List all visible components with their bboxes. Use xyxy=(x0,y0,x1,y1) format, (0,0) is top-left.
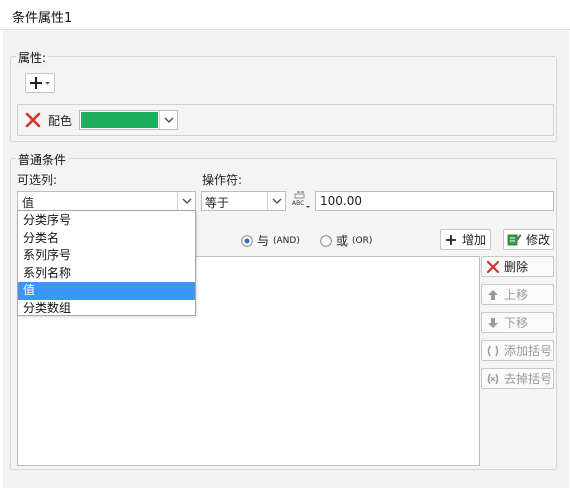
chevron-down-icon xyxy=(182,198,191,204)
modify-icon xyxy=(507,234,522,246)
dropdown-option[interactable]: 系列名称 xyxy=(18,265,195,283)
arrow-up-icon xyxy=(488,289,498,300)
dropdown-option[interactable]: 分类名 xyxy=(18,230,195,248)
plus-icon xyxy=(30,77,50,89)
radio-unchecked-icon xyxy=(320,234,332,247)
add-property-button[interactable] xyxy=(25,73,55,93)
dropdown-option[interactable]: 分类序号 xyxy=(18,212,195,230)
remove-bracket-label: 去掉括号 xyxy=(504,372,553,386)
conditions-group-label: 普通条件 xyxy=(16,151,69,168)
window-title: 条件属性1 xyxy=(12,11,73,26)
column-label: 可选列: xyxy=(17,173,58,187)
plus-icon xyxy=(446,234,456,245)
or-radio-label: 或 xyxy=(336,234,349,248)
chevron-down-icon xyxy=(164,117,173,123)
color-swatch xyxy=(81,112,158,128)
move-down-button[interactable]: 下移 xyxy=(481,312,554,333)
delete-button[interactable]: 删除 xyxy=(481,256,554,277)
add-bracket-button[interactable]: 添加括号 xyxy=(481,340,554,361)
value-type-button[interactable]: ABC xyxy=(291,189,313,211)
operator-select[interactable]: 等于 xyxy=(201,191,286,211)
column-dropdown-arrow[interactable] xyxy=(177,192,195,210)
arrow-down-icon xyxy=(488,317,498,328)
or-radio[interactable]: 或 (OR) xyxy=(320,232,372,249)
and-radio-sub: (AND) xyxy=(273,235,300,246)
modify-condition-button[interactable]: 修改 xyxy=(503,229,554,250)
column-dropdown-menu: 分类序号 分类名 系列序号 系列名称 值 分类数组 xyxy=(17,210,196,316)
add-condition-label: 增加 xyxy=(462,233,487,247)
or-radio-sub: (OR) xyxy=(352,235,373,246)
dropdown-option-selected[interactable]: 值 xyxy=(18,282,195,300)
move-down-label: 下移 xyxy=(504,316,529,330)
radio-checked-icon xyxy=(241,234,253,247)
operator-dropdown-arrow[interactable] xyxy=(267,192,285,210)
color-dropdown-arrow[interactable] xyxy=(159,111,177,129)
and-radio-label: 与 xyxy=(257,234,270,248)
and-radio[interactable]: 与 (AND) xyxy=(241,232,300,249)
color-swatch-select[interactable] xyxy=(79,110,178,130)
remove-bracket-button[interactable]: 去掉括号 xyxy=(481,368,554,389)
dropdown-option[interactable]: 分类数组 xyxy=(18,300,195,318)
add-condition-button[interactable]: 增加 xyxy=(440,229,491,250)
value-input[interactable]: 100.00 xyxy=(315,191,554,211)
svg-text:ABC: ABC xyxy=(292,200,304,207)
operator-label: 操作符: xyxy=(202,173,243,187)
dropdown-option[interactable]: 系列序号 xyxy=(18,247,195,265)
bracket-icon xyxy=(487,345,499,356)
red-x-icon xyxy=(25,112,41,128)
operator-select-value: 等于 xyxy=(205,196,230,210)
properties-group-label: 属性: xyxy=(16,49,49,66)
remove-bracket-icon xyxy=(487,373,499,384)
chevron-down-icon xyxy=(272,198,281,204)
value-input-text: 100.00 xyxy=(320,194,362,208)
red-x-icon xyxy=(486,260,500,273)
move-up-button[interactable]: 上移 xyxy=(481,284,554,305)
add-bracket-label: 添加括号 xyxy=(504,344,553,358)
move-up-label: 上移 xyxy=(504,288,529,302)
column-select-value: 值 xyxy=(22,196,35,210)
column-select[interactable]: 值 xyxy=(17,191,196,211)
delete-button-label: 删除 xyxy=(504,260,529,274)
remove-property-button[interactable] xyxy=(24,111,42,129)
modify-condition-label: 修改 xyxy=(526,233,551,247)
title-bar: 条件属性1 xyxy=(0,0,570,30)
color-property-label: 配色 xyxy=(48,114,73,128)
abc-formula-icon: ABC xyxy=(292,191,310,208)
